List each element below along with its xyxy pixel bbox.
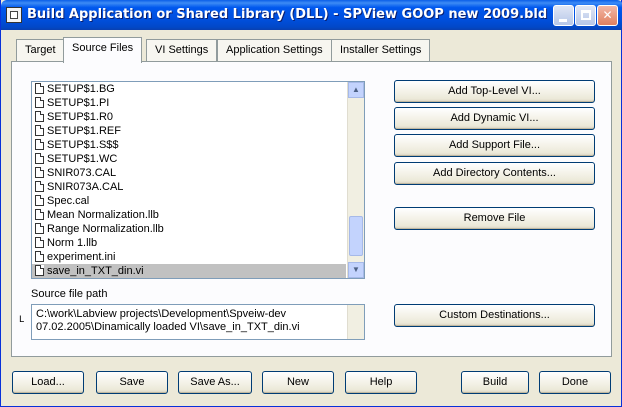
new-button[interactable]: New xyxy=(262,371,334,394)
file-icon xyxy=(35,265,44,276)
file-icon xyxy=(35,167,44,178)
source-path-line-1: C:\work\Labview projects\Development\Spv… xyxy=(36,308,287,320)
file-icon xyxy=(35,209,44,220)
file-icon xyxy=(35,237,44,248)
list-item[interactable]: Range Normalization.llb xyxy=(32,222,346,236)
list-item[interactable]: SETUP$1.WC xyxy=(32,152,346,166)
maximize-icon xyxy=(581,10,591,20)
source-file-path-field[interactable]: C:\work\Labview projects\Development\Spv… xyxy=(31,304,365,340)
list-item[interactable]: SETUP$1.BG xyxy=(32,82,346,96)
add-support-file-button[interactable]: Add Support File... xyxy=(394,134,595,157)
up-arrow-icon: ▲ xyxy=(352,85,360,94)
path-scrollbar[interactable] xyxy=(347,305,364,339)
scroll-up-button[interactable]: ▲ xyxy=(348,82,364,98)
close-icon: ✕ xyxy=(602,8,613,22)
maximize-button[interactable] xyxy=(575,5,596,26)
file-icon xyxy=(35,111,44,122)
file-icon xyxy=(35,181,44,192)
list-item[interactable]: Mean Normalization.llb xyxy=(32,208,346,222)
add-directory-contents-button[interactable]: Add Directory Contents... xyxy=(394,162,595,185)
file-icon xyxy=(35,195,44,206)
list-item[interactable]: SETUP$1.REF xyxy=(32,124,346,138)
add-dynamic-vi-button[interactable]: Add Dynamic VI... xyxy=(394,107,595,130)
file-icon xyxy=(35,153,44,164)
tab-source-files[interactable]: Source Files xyxy=(63,37,143,63)
close-button[interactable]: ✕ xyxy=(597,5,618,26)
scroll-thumb[interactable] xyxy=(349,216,363,256)
title-bar[interactable]: Build Application or Shared Library (DLL… xyxy=(1,0,622,30)
load-button[interactable]: Load... xyxy=(12,371,84,394)
list-item[interactable]: SETUP$1.R0 xyxy=(32,110,346,124)
build-dialog-window: Build Application or Shared Library (DLL… xyxy=(0,0,622,407)
save-button[interactable]: Save xyxy=(96,371,168,394)
list-item[interactable]: Spec.cal xyxy=(32,194,346,208)
file-icon xyxy=(35,223,44,234)
add-top-level-vi-button[interactable]: Add Top-Level VI... xyxy=(394,80,595,103)
list-item[interactable]: SETUP$1.PI xyxy=(32,96,346,110)
file-icon xyxy=(35,83,44,94)
source-path-line-2: 07.02.2005\Dinamically loaded VI\save_in… xyxy=(36,321,300,333)
list-item-selected[interactable]: save_in_TXT_din.vi xyxy=(32,264,346,278)
build-button[interactable]: Build xyxy=(461,371,529,394)
remove-file-button[interactable]: Remove File xyxy=(394,207,595,230)
down-arrow-icon: ▼ xyxy=(352,265,360,274)
help-button[interactable]: Help xyxy=(345,371,417,394)
tab-vi-settings[interactable]: VI Settings xyxy=(146,39,218,61)
minimize-icon xyxy=(559,19,567,22)
tab-installer-settings[interactable]: Installer Settings xyxy=(331,39,431,61)
list-item[interactable]: Norm 1.llb xyxy=(32,236,346,250)
minimize-button[interactable] xyxy=(553,5,574,26)
scroll-down-button[interactable]: ▼ xyxy=(348,262,364,278)
source-file-path-label: Source file path xyxy=(31,288,108,300)
list-item[interactable]: SETUP$1.S$$ xyxy=(32,138,346,152)
custom-destinations-button[interactable]: Custom Destinations... xyxy=(394,304,595,327)
file-icon xyxy=(35,125,44,136)
done-button[interactable]: Done xyxy=(539,371,611,394)
list-item[interactable]: experiment.ini xyxy=(32,250,346,264)
tab-target[interactable]: Target xyxy=(16,39,65,61)
list-item[interactable]: SNIR073A.CAL xyxy=(32,180,346,194)
file-icon xyxy=(35,97,44,108)
source-files-list[interactable]: SETUP$1.BG SETUP$1.PI SETUP$1.R0 SETUP$1… xyxy=(31,81,365,279)
file-list-rows: SETUP$1.BG SETUP$1.PI SETUP$1.R0 SETUP$1… xyxy=(32,82,346,278)
window-title: Build Application or Shared Library (DLL… xyxy=(27,7,548,22)
path-indicator-icon: ᒪ xyxy=(19,314,25,324)
list-item[interactable]: SNIR073.CAL xyxy=(32,166,346,180)
app-icon xyxy=(6,7,22,23)
file-list-scrollbar[interactable]: ▲ ▼ xyxy=(347,82,364,278)
file-icon xyxy=(35,139,44,150)
save-as-button[interactable]: Save As... xyxy=(178,371,252,394)
tab-application-settings[interactable]: Application Settings xyxy=(217,39,332,61)
file-icon xyxy=(35,251,44,262)
